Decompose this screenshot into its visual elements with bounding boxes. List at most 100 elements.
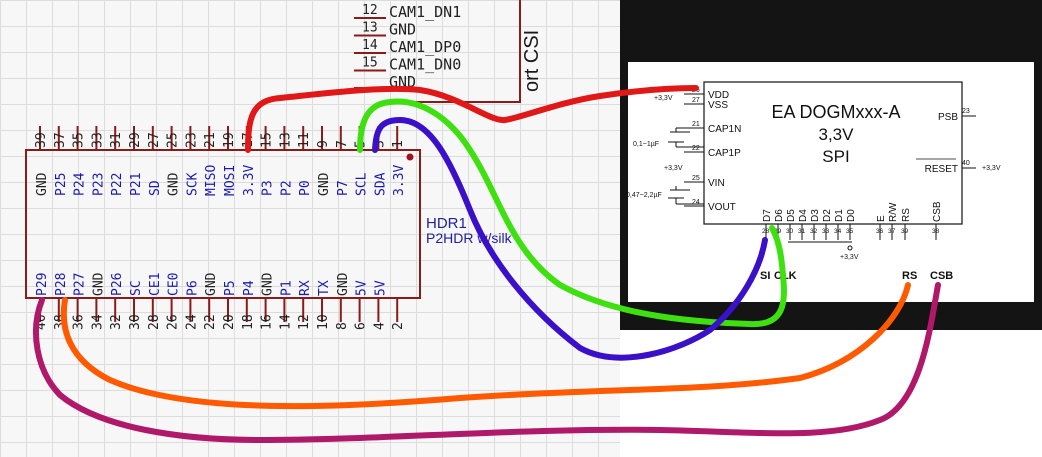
display-pin-name: D2 [822, 209, 833, 222]
header-pin-number: 23 [184, 132, 199, 148]
signal-rs: RS [902, 270, 917, 282]
header-pin-label: 5V [373, 280, 388, 296]
display-pin-number: 33 [822, 228, 830, 235]
header-pin-number: 2 [391, 322, 406, 330]
display-pin-name: D5 [786, 209, 797, 222]
header-pin-label: P0 [298, 180, 313, 196]
port-label: ort CSI [521, 30, 543, 92]
display-pin-name: D6 [774, 209, 785, 222]
display-pin-number: 27 [692, 97, 700, 104]
header-pin-number: 33 [90, 132, 105, 148]
display-pin-name: VSS [708, 100, 728, 111]
display-pin-name: D7 [762, 209, 773, 222]
header-pin-label: P1 [279, 280, 294, 296]
signal-si: SI [760, 270, 770, 282]
display-pin-name: PSB [938, 112, 958, 123]
header-pin-label: P22 [110, 173, 125, 196]
display-pin-name: RS [901, 208, 912, 222]
header-pin-label: P7 [336, 180, 351, 196]
display-pin-name: D1 [834, 209, 845, 222]
supply-bottom: +3,3V [840, 254, 859, 261]
display-pin-number: 25 [692, 175, 700, 182]
display-pin-name: CSB [932, 201, 943, 222]
header-pin-label: CE0 [167, 273, 182, 296]
display-pin-number: 24 [692, 199, 700, 206]
header-pin-label: P28 [54, 273, 69, 296]
supply-vin: +3,3V [664, 165, 683, 172]
header-pin-number: 22 [203, 314, 218, 330]
connector-pin-number: 12 [362, 3, 378, 18]
header-pin-label: GND [261, 272, 276, 296]
display-pin-number: 39 [901, 228, 909, 235]
header-pin-label: P6 [185, 280, 200, 296]
display-pin-name: VOUT [708, 202, 736, 213]
header-pin-label: GND [167, 172, 182, 196]
header-pin-label: 3.3V [242, 165, 257, 196]
header-pin-number: 31 [109, 132, 124, 148]
header-pin-number: 19 [222, 132, 237, 148]
header-pin-number: 15 [260, 132, 275, 148]
supply-vdd: +3,3V [654, 95, 673, 102]
supply-reset: +3,3V [982, 165, 1001, 172]
cap1-value: 0,1~1µF [633, 141, 659, 148]
display-voltage: 3,3V [819, 125, 855, 144]
header-pin-number: 28 [147, 314, 162, 330]
display-pin-number: 35 [846, 228, 854, 235]
header-pin-number: 32 [109, 314, 124, 330]
header-pin-label: GND [336, 272, 351, 296]
header-pin-label: MISO [204, 165, 219, 196]
header-pin-label: SCK [185, 172, 200, 196]
display-pin-number: 30 [786, 228, 794, 235]
pin1-marker [406, 153, 414, 161]
header-pin-number: 34 [90, 314, 105, 330]
display-pin-name: CAP1P [708, 148, 741, 159]
header-pin-number: 6 [354, 322, 369, 330]
header-pin-number: 37 [53, 132, 68, 148]
header-pin-label: 5V [355, 280, 370, 296]
display-pin-name: VIN [708, 178, 725, 189]
header-pin-number: 21 [203, 132, 218, 148]
connector-pin-name: GND [389, 21, 416, 39]
display-pin-number: 37 [888, 228, 896, 235]
header-hdr1: 39 37 35 33 31 29 27 25 23 21 19 17 15 13 11 9 7 5 3 1GND P2… [25, 126, 513, 330]
header-pin-number: 7 [335, 140, 350, 148]
header-pin-number: 20 [222, 314, 237, 330]
header-pin-label: P3 [261, 180, 276, 196]
header-pin-label: P23 [91, 173, 106, 196]
display-pin-name: D4 [798, 209, 809, 222]
header-pin-label: P24 [73, 172, 88, 196]
display-pin-number: 31 [798, 228, 806, 235]
connector-pin-number: 14 [362, 38, 378, 53]
header-pin-number: 35 [72, 132, 87, 148]
display-pin-number: 22 [692, 145, 700, 152]
header-pin-number: 30 [128, 314, 143, 330]
display-pin-name: RESET [925, 164, 958, 175]
cap2-value: 0,47~2,2µF [626, 192, 662, 199]
display-pin-name: CAP1N [708, 124, 741, 135]
connector-pin-name: CAM1_DN0 [389, 56, 461, 74]
header-pin-label: RX [298, 280, 313, 296]
schematic-canvas: 12 CAM1_DN1 13 GND 14 CAM1_DP0 15 CAM1_DN0 GND o… [0, 0, 1042, 457]
header-pin-number: 4 [372, 322, 387, 330]
header-pin-number: 8 [335, 322, 350, 330]
display-pin-name: D0 [846, 209, 857, 222]
display-pin-number: 34 [834, 228, 842, 235]
display-title: EA DOGMxxx-A [771, 102, 900, 122]
signal-csb: CSB [930, 270, 953, 282]
header-pin-number: 39 [34, 132, 49, 148]
header-pin-label: CE1 [148, 273, 163, 296]
header-pin-number: 24 [184, 314, 199, 330]
connector-pin-number: 15 [362, 56, 378, 71]
header-pin-number: 26 [166, 314, 181, 330]
display-pin-number: 28 [762, 228, 770, 235]
header-pin-label: GND [35, 172, 50, 196]
header-value: P2HDR w/silk [426, 230, 513, 246]
header-pin-number: 36 [72, 314, 87, 330]
header-pin-number: 13 [278, 132, 293, 148]
header-pin-label: SD [148, 180, 163, 196]
header-pin-label: P29 [35, 273, 50, 296]
header-pin-label: TX [317, 280, 332, 296]
header-pin-label: P21 [129, 173, 144, 196]
header-pin-number: 16 [260, 314, 275, 330]
display-pin-number: 32 [810, 228, 818, 235]
